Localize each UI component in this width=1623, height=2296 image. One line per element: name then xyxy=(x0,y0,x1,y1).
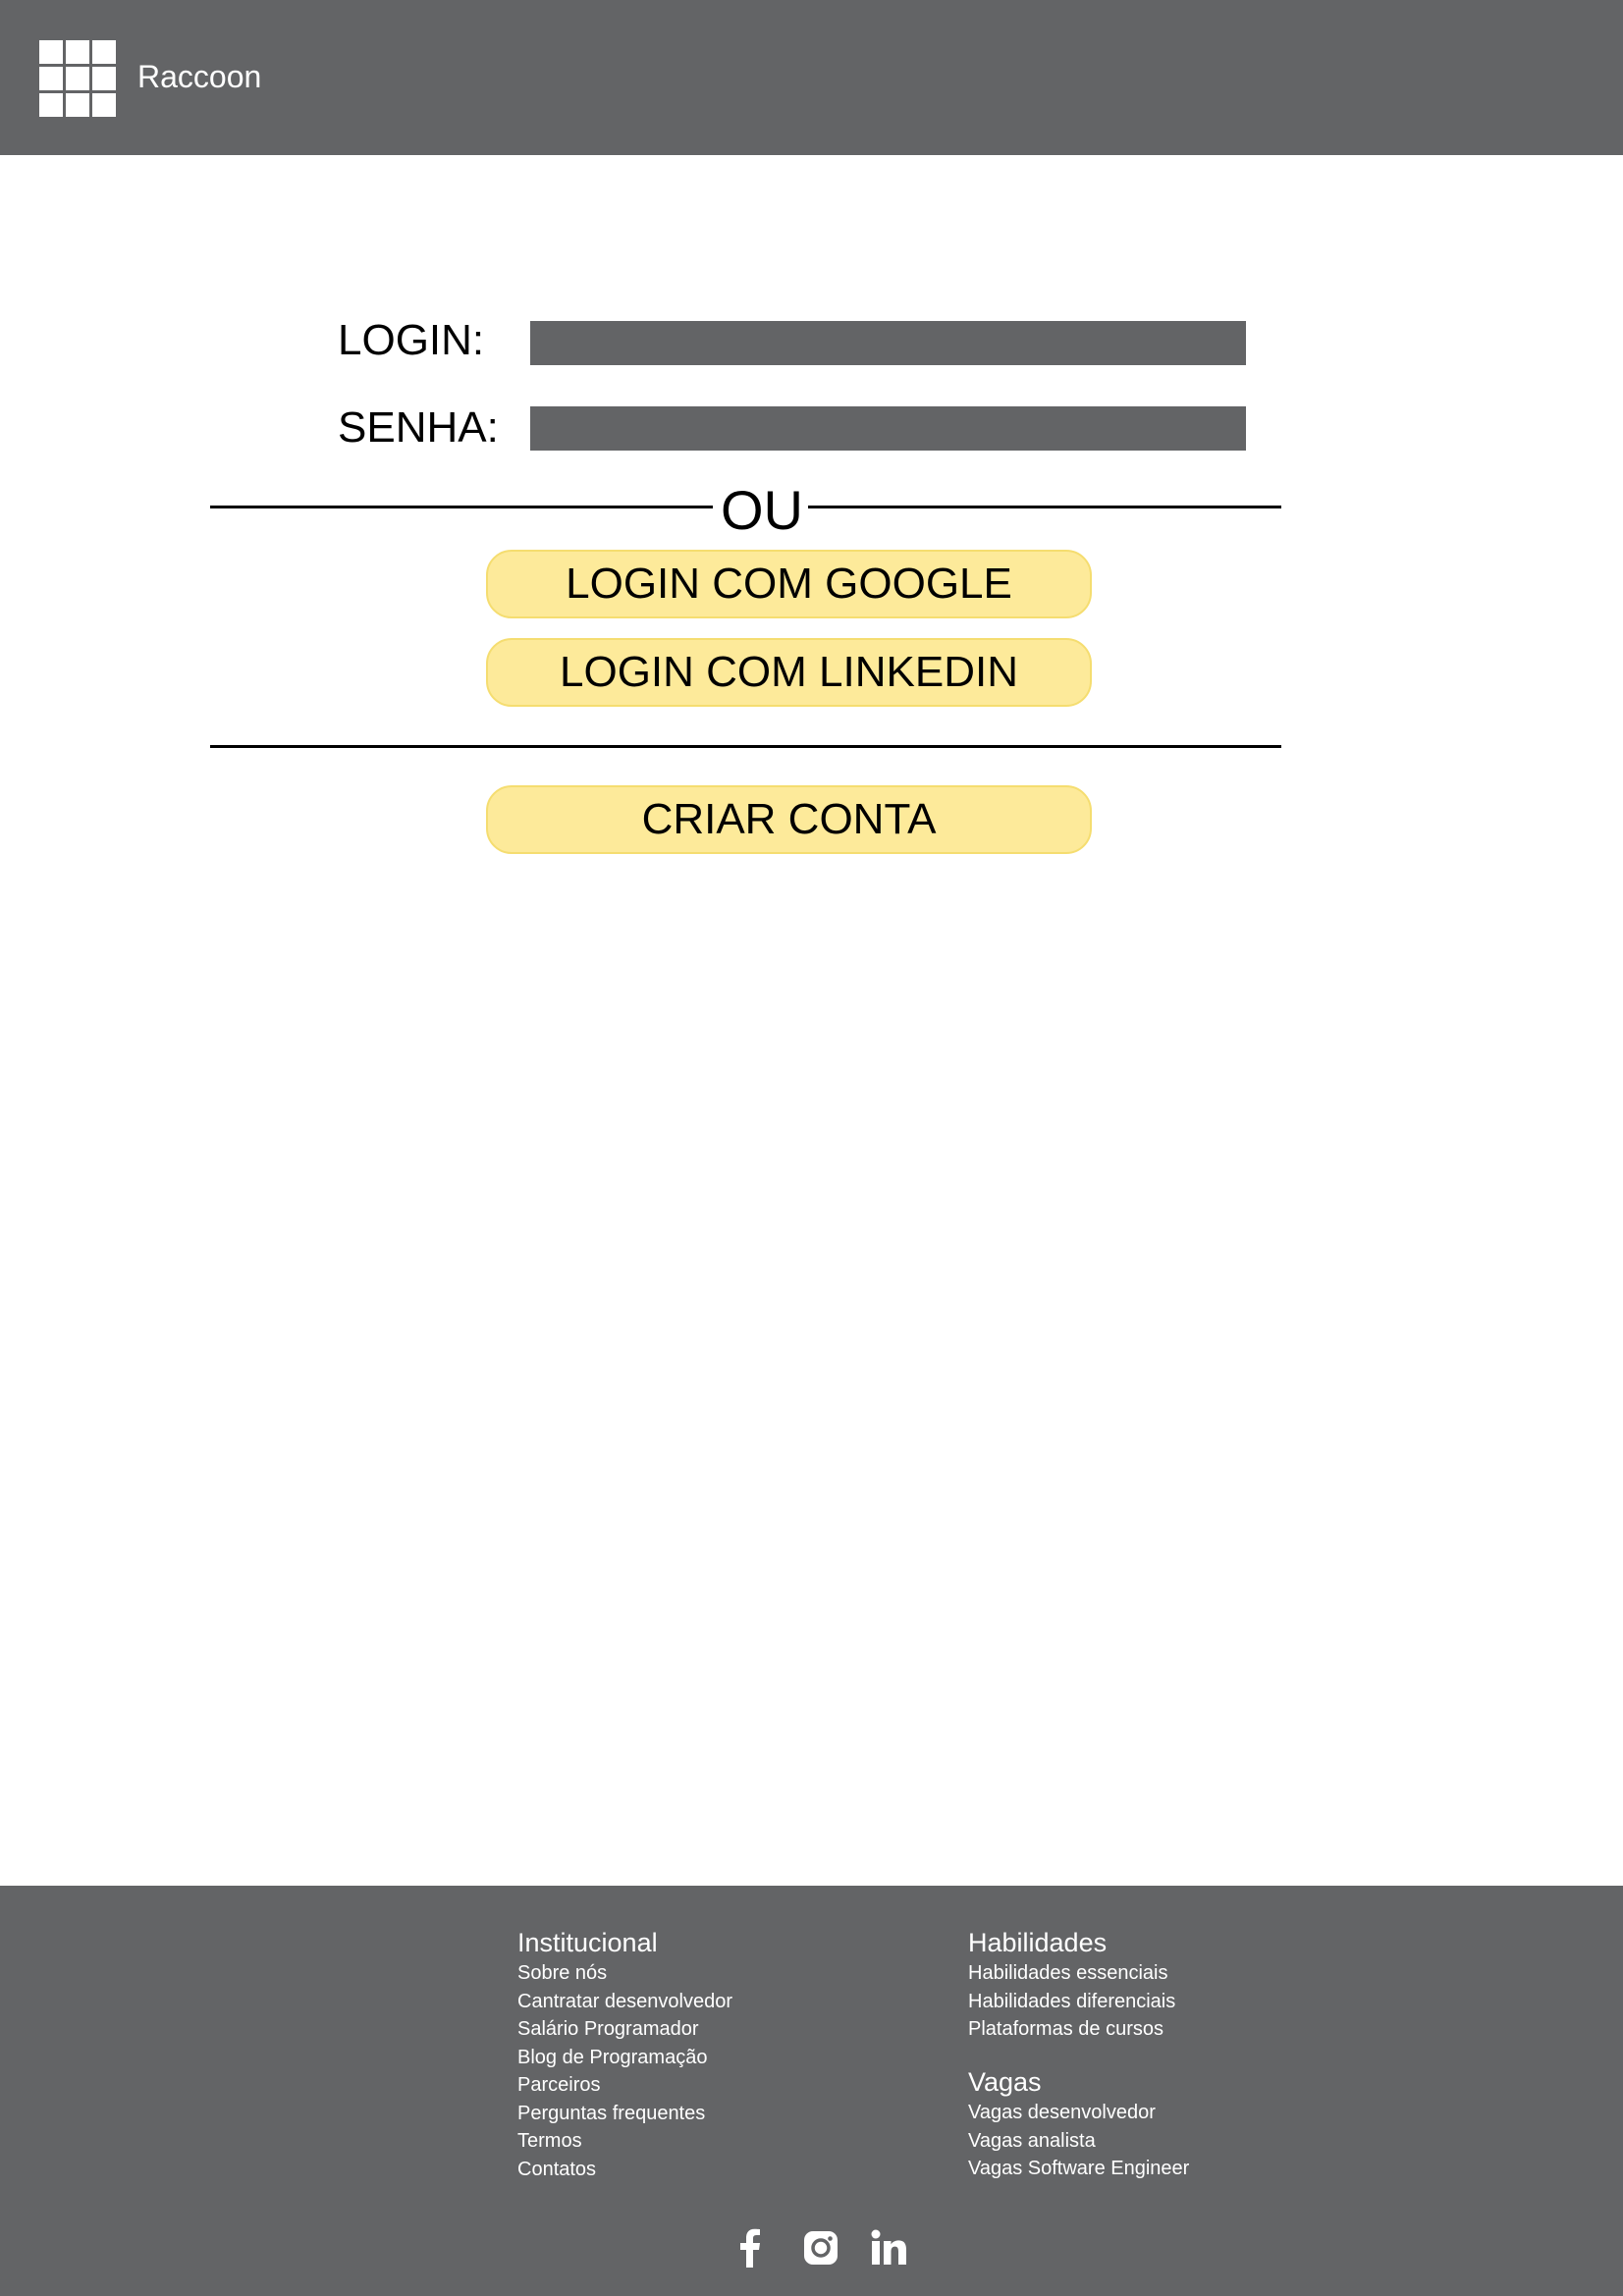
footer-link-vagas-desenvolvedor[interactable]: Vagas desenvolvedor xyxy=(968,2102,1156,2123)
footer-link-perguntas[interactable]: Perguntas frequentes xyxy=(517,2103,705,2124)
footer-link-salario-programador[interactable]: Salário Programador xyxy=(517,2018,699,2040)
create-account-button[interactable]: CRIAR CONTA xyxy=(486,785,1092,854)
login-label: LOGIN: xyxy=(338,316,485,364)
linkedin-icon[interactable] xyxy=(870,2228,909,2268)
divider-bottom xyxy=(210,745,1281,748)
top-header: Raccoon xyxy=(0,0,1623,155)
footer-link-contatos[interactable]: Contatos xyxy=(517,2159,596,2180)
footer-link-vagas-analista[interactable]: Vagas analista xyxy=(968,2130,1096,2152)
login-input[interactable] xyxy=(530,321,1246,365)
footer-link-plataformas-cursos[interactable]: Plataformas de cursos xyxy=(968,2018,1163,2040)
footer-link-blog[interactable]: Blog de Programação xyxy=(517,2047,707,2068)
divider-left xyxy=(210,506,713,508)
footer-link-sobre-nos[interactable]: Sobre nós xyxy=(517,1962,607,1984)
footer-heading-vagas: Vagas xyxy=(968,2067,1042,2097)
login-linkedin-button[interactable]: LOGIN COM LINKEDIN xyxy=(486,638,1092,707)
footer-link-habilidades-essenciais[interactable]: Habilidades essenciais xyxy=(968,1962,1167,1984)
facebook-icon[interactable] xyxy=(731,2228,771,2268)
footer-link-parceiros[interactable]: Parceiros xyxy=(517,2074,600,2096)
footer-column-institucional: Institucional Sobre nós Cantratar desenv… xyxy=(517,1926,732,2183)
menu-grid-icon[interactable] xyxy=(39,40,116,117)
footer-column-vagas: Vagas Vagas desenvolvedor Vagas analista… xyxy=(968,2065,1189,2183)
brand-name[interactable]: Raccoon xyxy=(137,57,261,96)
divider-right xyxy=(808,506,1281,508)
instagram-icon[interactable] xyxy=(801,2228,840,2268)
footer-link-vagas-software-engineer[interactable]: Vagas Software Engineer xyxy=(968,2158,1189,2179)
footer-column-habilidades: Habilidades Habilidades essenciais Habil… xyxy=(968,1926,1175,2044)
footer: Institucional Sobre nós Cantratar desenv… xyxy=(0,1886,1623,2296)
footer-link-contratar-desenvolvedor[interactable]: Cantratar desenvolvedor xyxy=(517,1991,732,2012)
divider-or-text: OU xyxy=(721,479,803,541)
login-google-button[interactable]: LOGIN COM GOOGLE xyxy=(486,550,1092,618)
footer-link-termos[interactable]: Termos xyxy=(517,2130,582,2152)
footer-heading-institucional: Institucional xyxy=(517,1928,658,1957)
footer-link-habilidades-diferenciais[interactable]: Habilidades diferenciais xyxy=(968,1991,1175,2012)
password-label: SENHA: xyxy=(338,403,499,452)
password-input[interactable] xyxy=(530,406,1246,451)
footer-heading-habilidades: Habilidades xyxy=(968,1928,1108,1957)
